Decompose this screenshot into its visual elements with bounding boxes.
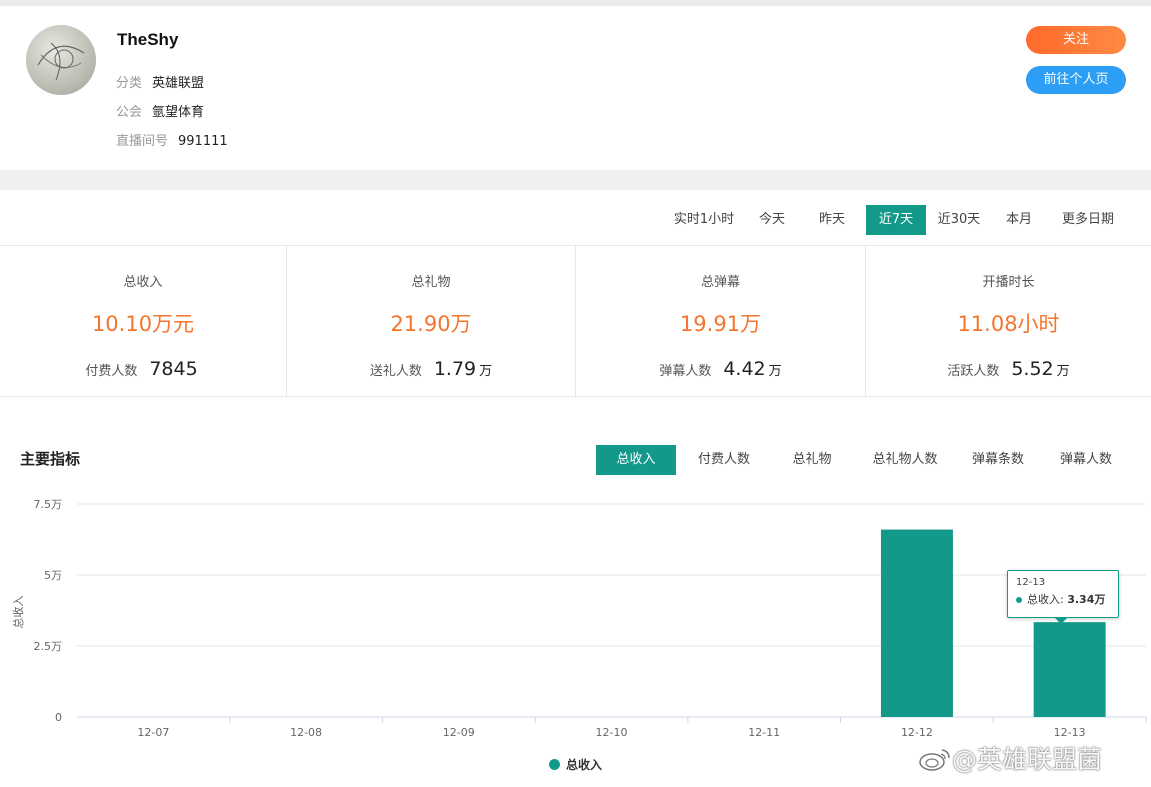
y-axis-label: 总收入 — [11, 596, 25, 629]
metric-tab-paying-users[interactable]: 付费人数 — [684, 445, 764, 475]
x-tick-label: 12-10 — [596, 726, 628, 739]
category-row: 分类 英雄联盟 — [116, 72, 204, 91]
stat-sub: 付费人数 7845 — [0, 358, 286, 380]
streamer-profile-card: TheShy 分类 英雄联盟 公会 氩望体育 直播间号 991111 关注 前往个人页 — [0, 6, 1151, 170]
weibo-logo-icon — [919, 749, 950, 771]
y-tick-label: 7.5万 — [34, 498, 63, 511]
stat-stream-duration: 开播时长 11.08小时 活跃人数 5.52 万 — [866, 246, 1151, 396]
stat-sub-unit: 万 — [479, 364, 493, 379]
stat-sub-value: 7845 — [149, 358, 198, 380]
series-dot-icon — [1016, 597, 1022, 603]
stat-value: 11.08小时 — [957, 312, 1060, 336]
tooltip-value: 3.34万 — [1067, 593, 1106, 606]
stat-sub-unit: 万 — [1056, 364, 1070, 379]
stat-sub-label: 活跃人数 — [947, 364, 1000, 379]
tooltip-label: 总收入: — [1027, 593, 1064, 606]
stats-panel: 实时1小时 今天 昨天 近7天 近30天 本月 更多日期 总收入 10.10万元… — [0, 190, 1151, 787]
tooltip-arrow — [1054, 617, 1068, 624]
stat-total-income: 总收入 10.10万元 付费人数 7845 — [0, 246, 287, 396]
tab-last-30-days[interactable]: 近30天 — [929, 205, 989, 235]
tab-realtime-1h[interactable]: 实时1小时 — [667, 205, 741, 235]
y-tick-label: 0 — [55, 711, 62, 724]
chart-tooltip: 12-13 总收入: 3.34万 — [1007, 570, 1119, 618]
metric-tab-danmaku-count[interactable]: 弹幕条数 — [958, 445, 1038, 475]
tab-more-dates[interactable]: 更多日期 — [1052, 205, 1124, 235]
tab-yesterday[interactable]: 昨天 — [807, 205, 857, 235]
stat-sub-value: 1.79 — [433, 358, 477, 380]
metric-tab-danmaku-users[interactable]: 弹幕人数 — [1046, 445, 1126, 475]
tooltip-row: 总收入: 3.34万 — [1016, 591, 1110, 607]
legend-label: 总收入 — [566, 758, 603, 772]
stat-value: 10.10万元 — [91, 312, 195, 336]
metric-tab-total-income[interactable]: 总收入 — [596, 445, 676, 475]
legend-dot-icon — [549, 759, 560, 770]
y-tick-label: 5万 — [44, 569, 62, 582]
stat-total-gifts: 总礼物 21.90万 送礼人数 1.79 万 — [287, 246, 576, 396]
stat-label: 总礼物 — [411, 275, 451, 290]
chart-legend[interactable]: 总收入 — [549, 756, 602, 773]
category-label: 分类 — [116, 76, 143, 91]
streamer-name: TheShy — [117, 30, 179, 49]
divider — [0, 396, 1151, 397]
y-tick-label: 2.5万 — [34, 640, 63, 653]
x-tick-label: 12-13 — [1054, 726, 1086, 739]
section-gap — [0, 170, 1151, 190]
watermark: @英雄联盟菌 — [918, 740, 1102, 776]
x-tick-label: 12-07 — [137, 726, 169, 739]
room-value: 991111 — [178, 134, 228, 149]
stat-sub: 送礼人数 1.79 万 — [287, 358, 575, 380]
income-bar — [880, 529, 953, 717]
stat-sub-label: 弹幕人数 — [659, 364, 712, 379]
guild-row: 公会 氩望体育 — [116, 101, 204, 120]
x-tick-label: 12-09 — [443, 726, 475, 739]
stat-total-danmaku: 总弹幕 19.91万 弹幕人数 4.42 万 — [576, 246, 866, 396]
metric-tab-total-gifts[interactable]: 总礼物 — [772, 445, 852, 475]
stat-label: 总弹幕 — [700, 275, 740, 290]
category-value: 英雄联盟 — [152, 76, 205, 91]
avatar[interactable] — [26, 25, 96, 95]
stat-sub-unit: 万 — [768, 364, 782, 379]
follow-button[interactable]: 关注 — [1026, 26, 1126, 54]
x-tick-label: 12-11 — [748, 726, 780, 739]
watermark-text: @英雄联盟菌 — [952, 745, 1103, 774]
stat-sub-label: 付费人数 — [85, 364, 138, 379]
stat-label: 开播时长 — [982, 275, 1035, 290]
stat-sub-value: 4.42 — [723, 358, 766, 380]
room-label: 直播间号 — [116, 134, 169, 149]
guild-value: 氩望体育 — [152, 105, 205, 120]
stat-sub: 弹幕人数 4.42 万 — [576, 358, 865, 380]
stat-value: 21.90万 — [390, 312, 472, 336]
tab-today[interactable]: 今天 — [747, 205, 797, 235]
stat-sub: 活跃人数 5.52 万 — [866, 358, 1151, 380]
guild-label: 公会 — [116, 105, 143, 120]
stat-sub-value: 5.52 — [1011, 358, 1054, 380]
room-row: 直播间号 991111 — [116, 130, 228, 149]
tab-this-month[interactable]: 本月 — [994, 205, 1044, 235]
metric-tab-gift-users[interactable]: 总礼物人数 — [860, 445, 950, 475]
x-tick-label: 12-08 — [290, 726, 322, 739]
income-bar — [1033, 622, 1106, 717]
goto-profile-button[interactable]: 前往个人页 — [1026, 66, 1126, 94]
x-tick-label: 12-12 — [901, 726, 933, 739]
income-bar-chart: 0 2.5万 5万 7.5万总收入 12-07 12-08 12-09 12-10 12-11 1… — [11, 498, 1147, 739]
stat-sub-label: 送礼人数 — [369, 364, 422, 379]
stat-value: 19.91万 — [679, 312, 762, 336]
section-title: 主要指标 — [20, 450, 81, 468]
tab-last-7-days[interactable]: 近7天 — [866, 205, 926, 235]
stat-label: 总收入 — [123, 275, 163, 290]
tooltip-date: 12-13 — [1016, 577, 1046, 588]
